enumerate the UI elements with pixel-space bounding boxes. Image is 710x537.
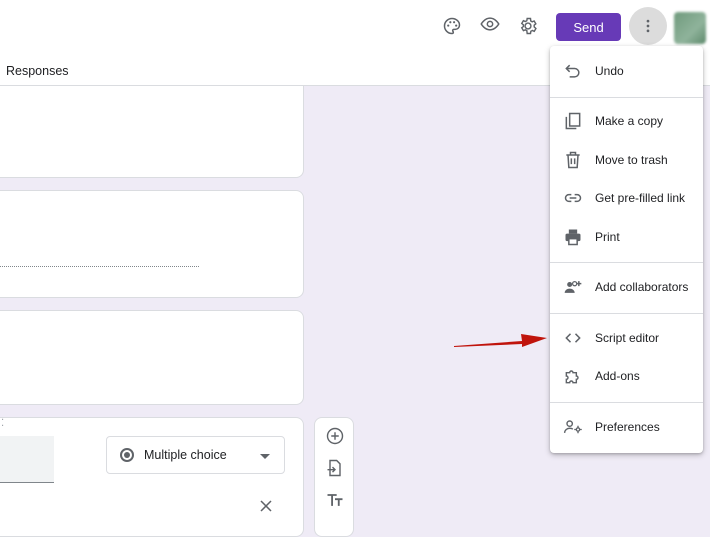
menu-item-add-collaborators[interactable]: Add collaborators	[550, 270, 703, 304]
copy-icon	[565, 112, 581, 130]
trash-icon	[566, 151, 580, 169]
close-icon[interactable]	[256, 496, 276, 516]
menu-item-add-ons[interactable]: Add-ons	[550, 359, 703, 393]
menu-item-label: Undo	[595, 64, 624, 78]
send-button[interactable]: Send	[556, 13, 621, 41]
puzzle-icon	[565, 370, 579, 384]
form-card-1	[0, 86, 304, 178]
dropdown-caret-icon	[260, 454, 270, 459]
menu-item-label: Print	[595, 230, 620, 244]
menu-divider	[550, 313, 703, 314]
menu-item-label: Add collaborators	[595, 280, 689, 294]
menu-item-label: Preferences	[595, 420, 660, 434]
annotation-arrow	[454, 334, 547, 347]
menu-item-label: Add-ons	[595, 369, 640, 383]
menu-item-label: Script editor	[595, 331, 660, 345]
account-avatar[interactable]	[674, 12, 706, 44]
undo-icon	[565, 64, 580, 78]
menu-item-prefilled-link[interactable]: Get pre-filled link	[550, 181, 703, 215]
link-icon	[564, 193, 582, 203]
palette-icon[interactable]	[438, 12, 466, 40]
menu-item-preferences[interactable]: Preferences	[550, 410, 703, 444]
menu-item-print[interactable]: Print	[550, 220, 703, 254]
form-card-3[interactable]	[0, 310, 304, 405]
drag-handle-icon[interactable]: ⁚	[1, 418, 5, 429]
menu-item-make-copy[interactable]: Make a copy	[550, 104, 703, 138]
menu-item-label: Move to trash	[595, 153, 668, 167]
code-icon	[565, 333, 581, 343]
menu-divider	[550, 97, 703, 98]
more-options-button[interactable]	[629, 7, 667, 45]
add-question-icon[interactable]	[325, 426, 345, 446]
menu-divider	[550, 262, 703, 263]
question-type-label: Multiple choice	[144, 448, 227, 462]
menu-item-label: Make a copy	[595, 114, 664, 128]
answer-placeholder-line	[0, 266, 199, 267]
form-card-active-question[interactable]: ⁚ Multiple choice	[0, 417, 304, 537]
radio-button-icon	[120, 448, 134, 462]
form-card-2[interactable]	[0, 190, 304, 298]
preview-eye-icon[interactable]	[476, 10, 504, 38]
tab-responses[interactable]: Responses	[6, 64, 69, 78]
menu-item-move-to-trash[interactable]: Move to trash	[550, 143, 703, 177]
menu-divider	[550, 402, 703, 403]
add-collaborators-icon	[564, 280, 582, 293]
question-title-input[interactable]	[0, 436, 54, 483]
more-vert-icon	[646, 19, 650, 33]
menu-item-label: Get pre-filled link	[595, 191, 686, 205]
more-options-menu: Undo Make a copy Move to trash Get pre-f…	[550, 46, 703, 453]
settings-gear-icon[interactable]	[514, 12, 542, 40]
menu-item-undo[interactable]: Undo	[550, 54, 703, 88]
add-title-text-icon[interactable]	[325, 490, 345, 510]
floating-toolbar	[314, 417, 354, 537]
menu-item-script-editor[interactable]: Script editor	[550, 321, 703, 355]
import-questions-icon[interactable]	[325, 458, 345, 478]
question-type-dropdown[interactable]: Multiple choice	[106, 436, 285, 474]
print-icon	[565, 229, 581, 246]
preferences-icon	[563, 420, 582, 434]
